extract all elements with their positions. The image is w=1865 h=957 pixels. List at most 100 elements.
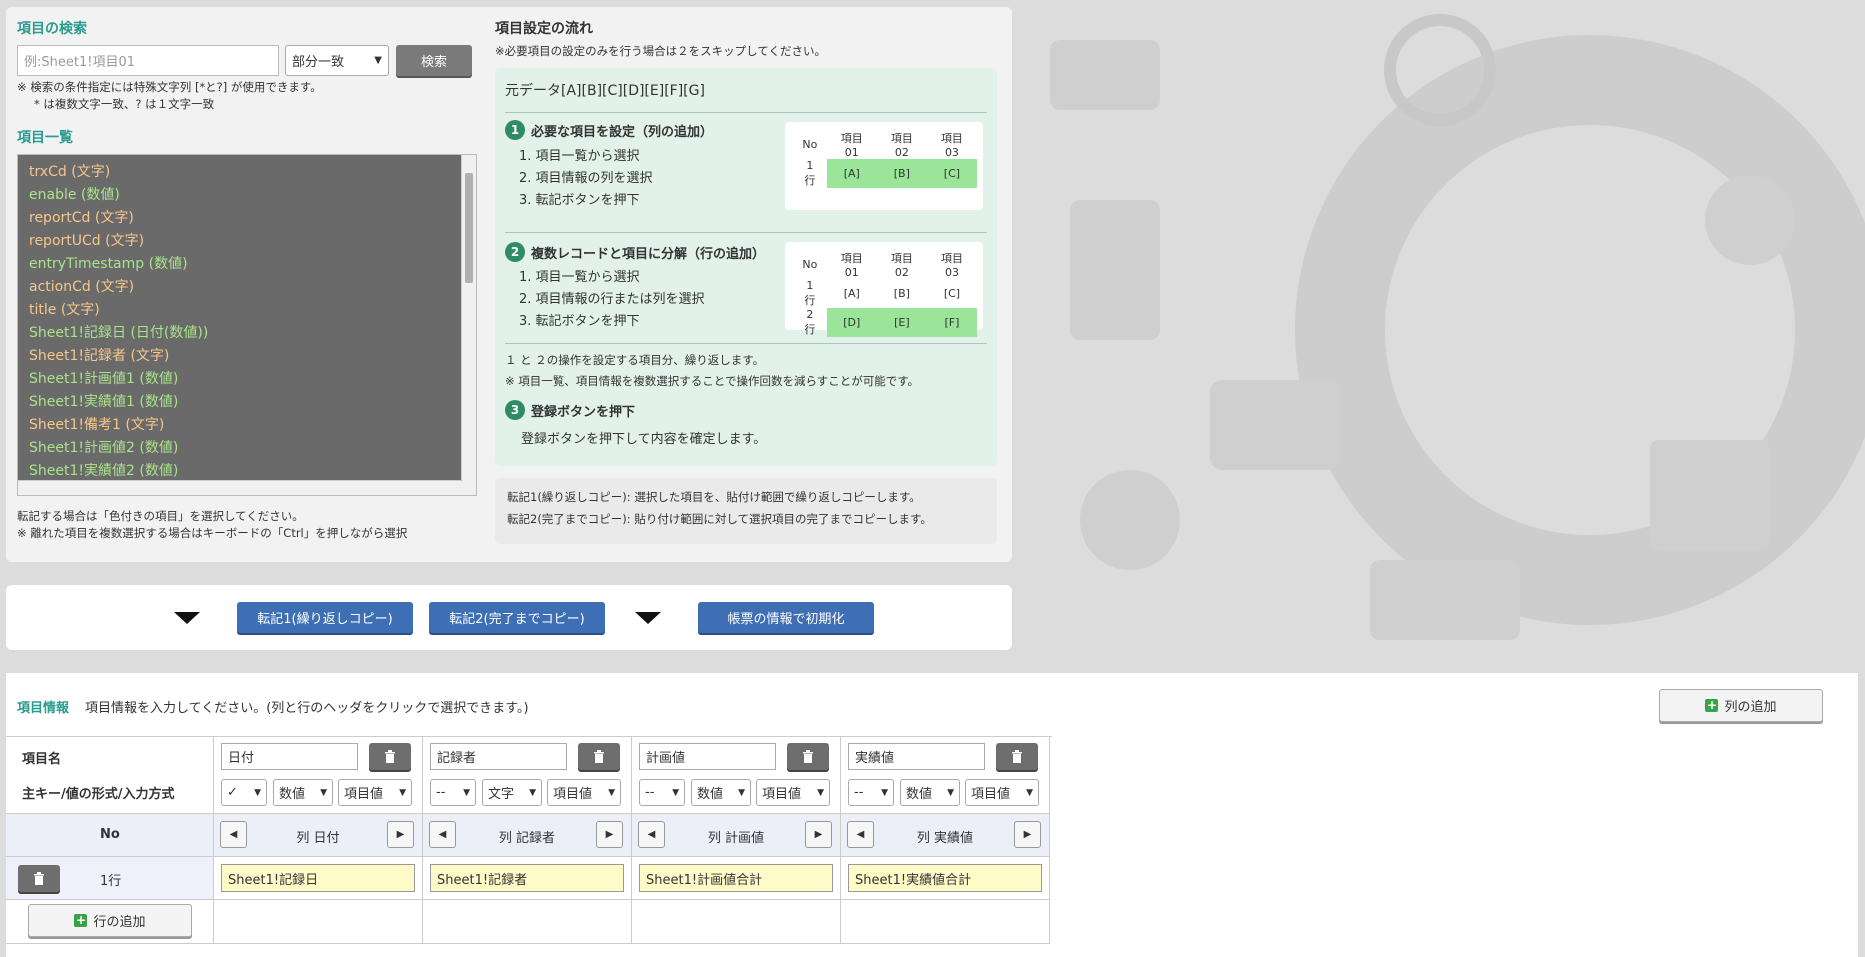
empty-cell xyxy=(841,900,1050,944)
move-right-button[interactable]: ▶ xyxy=(1014,821,1041,848)
list-item: 1. 項目一覧から選択 xyxy=(519,270,640,285)
move-right-button[interactable]: ▶ xyxy=(805,821,832,848)
primary-key-select[interactable]: ✓ ▼ xyxy=(221,779,267,806)
delete-column-button[interactable] xyxy=(369,743,411,770)
trash-icon xyxy=(385,750,395,763)
item-list-hscrollbar[interactable] xyxy=(18,480,463,495)
cell-value-input[interactable]: Sheet1!記録日 xyxy=(221,864,415,892)
move-right-button[interactable]: ▶ xyxy=(387,821,414,848)
column-settings-cell: 計画値 -- ▼ 数値 ▼ 項目値 ▼ xyxy=(632,737,841,814)
add-column-button[interactable]: + 列の追加 xyxy=(1659,689,1823,722)
column-header-cell[interactable]: ◀ 列 日付 ▶ xyxy=(214,814,423,857)
table-cell: [A] xyxy=(843,287,860,300)
item-list-scrollbar[interactable] xyxy=(461,155,476,495)
no-header-cell: No xyxy=(6,814,214,857)
move-right-button[interactable]: ▶ xyxy=(596,821,623,848)
step1-title-text: 必要な項目を設定（列の追加） xyxy=(531,124,714,140)
plus-icon: + xyxy=(1705,698,1719,712)
step1-title: 1 必要な項目を設定（列の追加） xyxy=(505,120,713,140)
input-method-select[interactable]: 項目値 ▼ xyxy=(547,779,621,806)
triangle-right-icon: ▶ xyxy=(814,829,823,840)
list-item[interactable]: reportCd (文字) xyxy=(29,207,476,230)
cell-value-input[interactable]: Sheet1!記録者 xyxy=(430,864,624,892)
search-input[interactable]: 例:Sheet1!項目01 xyxy=(17,45,279,76)
item-name-input[interactable]: 記録者 xyxy=(430,743,567,770)
value-format-select[interactable]: 文字 ▼ xyxy=(482,779,542,806)
list-item[interactable]: enable (数値) xyxy=(29,184,476,207)
column-header-cell[interactable]: ◀ 列 計画値 ▶ xyxy=(632,814,841,857)
table-cell: [B] xyxy=(893,287,910,300)
cell-value-input[interactable]: Sheet1!実績値合計 xyxy=(848,864,1042,892)
value-format-select[interactable]: 数値 ▼ xyxy=(691,779,751,806)
triangle-right-icon: ▶ xyxy=(1023,829,1032,840)
list-item[interactable]: trxCd (文字) xyxy=(29,161,476,184)
list-item[interactable]: Sheet1!実績値1 (数値) xyxy=(29,391,476,414)
input-method-select[interactable]: 項目値 ▼ xyxy=(965,779,1039,806)
list-item: 3. 転記ボタンを押下 xyxy=(519,314,640,329)
label-cell: 項目名 主キー/値の形式/入力方式 xyxy=(6,737,214,814)
delete-column-button[interactable] xyxy=(787,743,829,770)
table-cell: [F] xyxy=(926,308,977,337)
table-header: 項目01 xyxy=(840,252,863,279)
move-left-button[interactable]: ◀ xyxy=(847,821,874,848)
list-item[interactable]: Sheet1!記録日 (日付(数値)) xyxy=(29,322,476,345)
table-header: 項目01 xyxy=(840,132,863,159)
plus-icon: + xyxy=(74,913,88,927)
item-info-description: 項目情報を入力してください。(列と行のヘッダをクリックで選択できます。) xyxy=(85,701,529,716)
input-method-select[interactable]: 項目値 ▼ xyxy=(756,779,830,806)
primary-key-select[interactable]: -- ▼ xyxy=(639,779,685,806)
column-header-cell[interactable]: ◀ 列 記録者 ▶ xyxy=(423,814,632,857)
column-header-cell[interactable]: ◀ 列 実績値 ▶ xyxy=(841,814,1050,857)
value-format-select[interactable]: 数値 ▼ xyxy=(900,779,960,806)
search-button[interactable]: 検索 xyxy=(396,45,472,76)
column-header-label: 列 日付 xyxy=(296,831,340,846)
item-list-note-2: ※ 離れた項目を複数選択する場合はキーボードの「Ctrl」を押しながら選択 xyxy=(17,526,408,540)
add-row-button[interactable]: + 行の追加 xyxy=(28,904,192,937)
move-left-button[interactable]: ◀ xyxy=(638,821,665,848)
list-item[interactable]: entryTimestamp (数値) xyxy=(29,253,476,276)
primary-key-select[interactable]: -- ▼ xyxy=(430,779,476,806)
table-cell: [E] xyxy=(876,308,927,337)
chevron-down-icon: ▼ xyxy=(529,787,536,798)
copy2-button[interactable]: 転記2(完了までコピー) xyxy=(429,602,605,633)
table-cell: [C] xyxy=(943,287,961,300)
delete-column-button[interactable] xyxy=(996,743,1038,770)
chevron-down-icon: ▼ xyxy=(608,787,615,798)
source-data-label: 元データ[A][B][C][D][E][F][G] xyxy=(505,83,705,99)
move-left-button[interactable]: ◀ xyxy=(220,821,247,848)
triangle-left-icon: ◀ xyxy=(647,829,656,840)
cell-value-input[interactable]: Sheet1!計画値合計 xyxy=(639,864,833,892)
primary-key-select[interactable]: -- ▼ xyxy=(848,779,894,806)
item-name-input[interactable]: 実績値 xyxy=(848,743,985,770)
column-header-label: 列 実績値 xyxy=(916,831,974,846)
arrow-down-icon xyxy=(635,612,661,624)
copy1-button[interactable]: 転記1(繰り返しコピー) xyxy=(237,602,413,633)
delete-row-button[interactable] xyxy=(18,865,60,892)
top-panel: 項目の検索 例:Sheet1!項目01 部分一致 ▼ 検索 ※ 検索の条件指定に… xyxy=(6,7,1012,562)
list-item[interactable]: actionCd (文字) xyxy=(29,276,476,299)
item-name-input[interactable]: 計画値 xyxy=(639,743,776,770)
move-left-button[interactable]: ◀ xyxy=(429,821,456,848)
list-item[interactable]: Sheet1!計画値2 (数値) xyxy=(29,437,476,460)
table-header: No xyxy=(802,258,818,271)
row-header-cell[interactable]: 1行 xyxy=(6,857,214,900)
primary-key-value: -- xyxy=(436,785,446,800)
value-format-select[interactable]: 数値 ▼ xyxy=(273,779,333,806)
reset-button[interactable]: 帳票の情報で初期化 xyxy=(698,602,874,633)
delete-column-button[interactable] xyxy=(578,743,620,770)
list-item[interactable]: Sheet1!計画値1 (数値) xyxy=(29,368,476,391)
item-name-input[interactable]: 日付 xyxy=(221,743,358,770)
empty-cell xyxy=(214,900,423,944)
list-item[interactable]: Sheet1!備考1 (文字) xyxy=(29,414,476,437)
primary-key-value: ✓ xyxy=(227,785,238,800)
search-title: 項目の検索 xyxy=(17,21,87,37)
list-item: 2. 項目情報の列を選択 xyxy=(519,171,653,186)
list-item[interactable]: Sheet1!記録者 (文字) xyxy=(29,345,476,368)
list-item[interactable]: title (文字) xyxy=(29,299,476,322)
item-list[interactable]: trxCd (文字) enable (数値) reportCd (文字) report… xyxy=(17,154,477,496)
list-item: 1. 項目一覧から選択 xyxy=(519,149,640,164)
match-mode-select[interactable]: 部分一致 ▼ xyxy=(285,45,389,76)
input-method-select[interactable]: 項目値 ▼ xyxy=(338,779,412,806)
triangle-left-icon: ◀ xyxy=(856,829,865,840)
list-item[interactable]: reportUCd (文字) xyxy=(29,230,476,253)
